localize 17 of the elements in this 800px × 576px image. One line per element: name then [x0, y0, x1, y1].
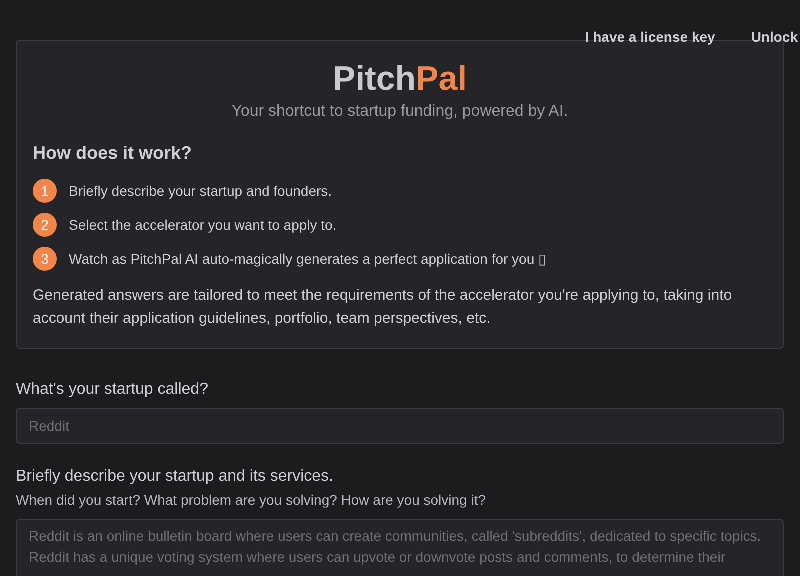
description-input-field[interactable]: Reddit is an online bulletin board where users can create communities, called 'subreddits', dedicated to specific topics. Reddit has a unique voting system where users can upvote or downvote posts and comments, to determine their	[16, 519, 784, 576]
name-input-field[interactable]: Reddit	[16, 408, 784, 444]
step-text: Briefly describe your startup and founders.	[69, 183, 332, 199]
step-text: Watch as PitchPal AI auto-magically generates a perfect application for you ▯	[69, 251, 547, 267]
step-text: Select the accelerator you want to apply to.	[69, 217, 337, 233]
field-label: Briefly describe your startup and its services.	[16, 468, 334, 486]
step-number: 1	[33, 179, 57, 203]
subtitle: Your shortcut to startup funding, powered by AI.	[230, 103, 570, 121]
step-number: 2	[33, 213, 57, 237]
nav-link[interactable]: Unlock	[751, 29, 798, 45]
field-label: What's your startup called?	[16, 381, 210, 399]
description-text: Generated answers are tailored to meet the requirements of the accelerator you're applying to, taking into account their application guidelines, portfolio, team perspectives, etc.	[33, 286, 734, 329]
nav-link[interactable]: I have a license key	[585, 29, 716, 45]
app-title: PitchPal	[332, 59, 468, 99]
step-number: 3	[33, 247, 57, 271]
field-hint: When did you start? What problem are you solving? How are you solving it?	[16, 492, 488, 508]
section-heading: How does it work?	[33, 143, 194, 164]
